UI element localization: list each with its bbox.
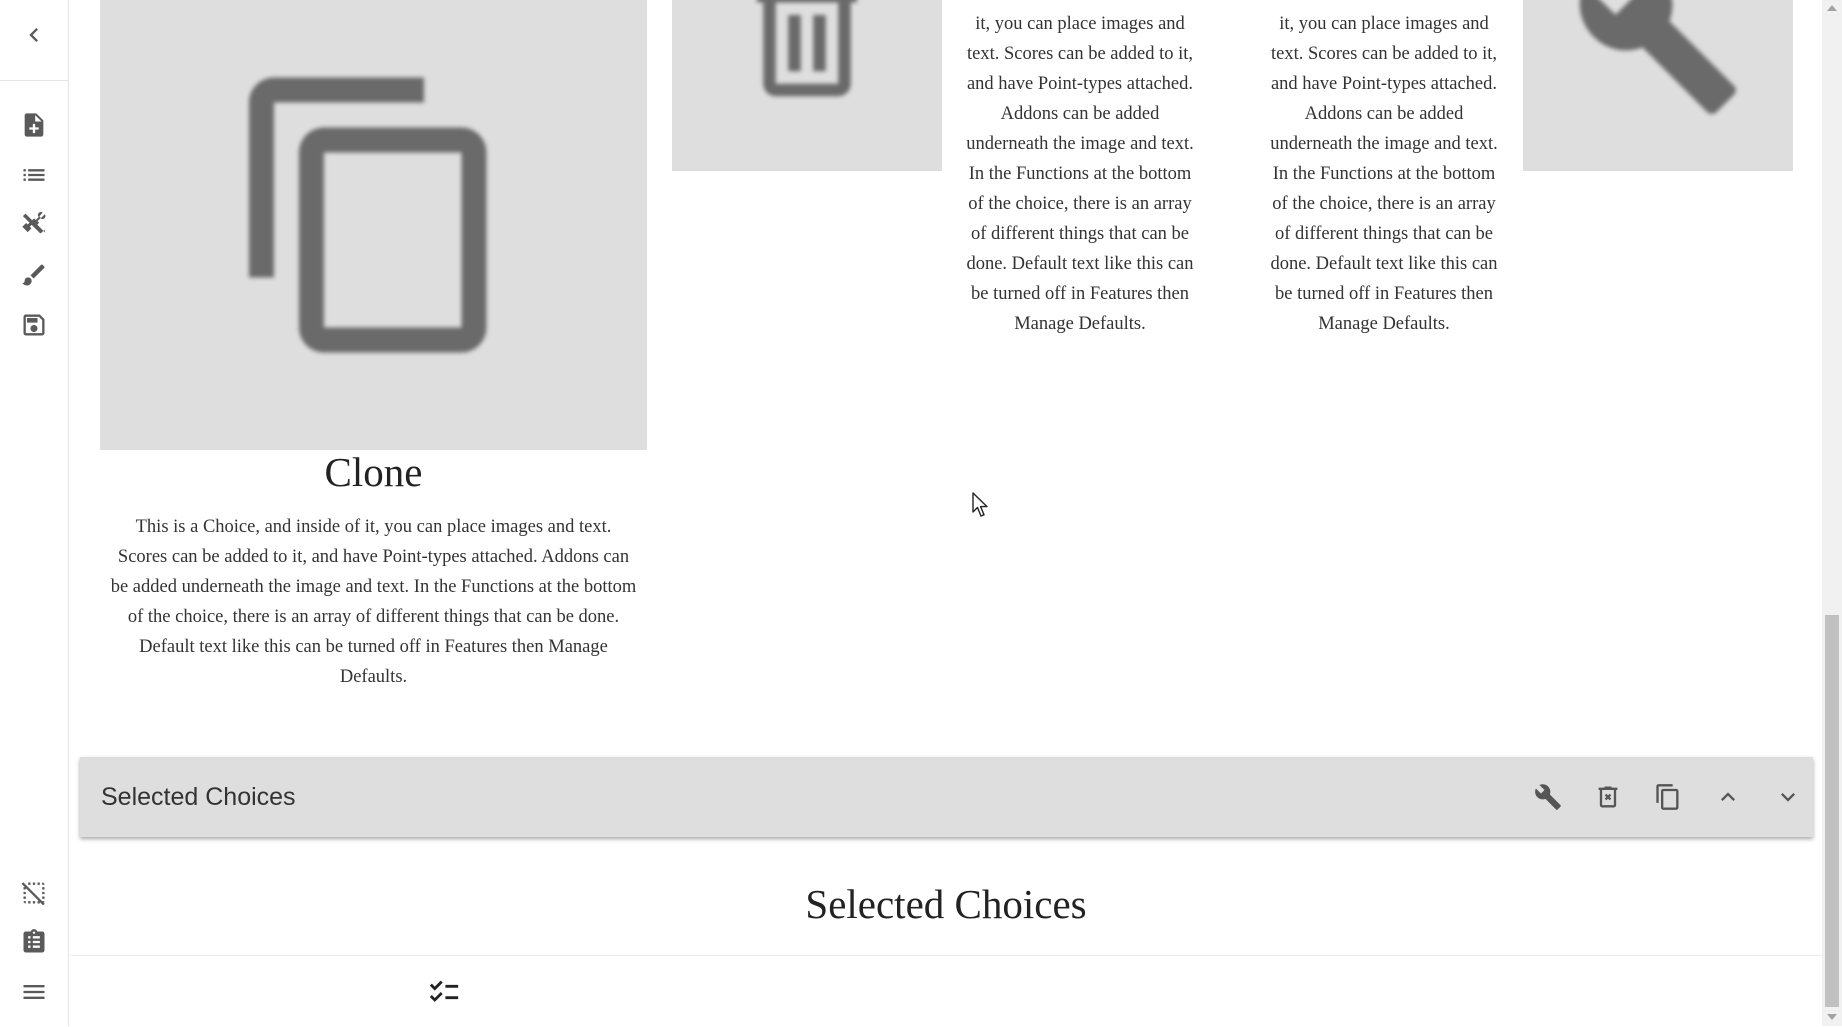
copy-icon [248,77,486,353]
row-bar-title: Selected Choices [101,783,296,811]
save-icon [23,314,45,336]
tools-icon [22,212,46,234]
row-title: Selected Choices [805,881,1087,927]
choice-image[interactable] [1523,0,1793,171]
scroll-down-arrow[interactable] [1822,1009,1842,1026]
design-button[interactable] [14,255,54,295]
row-header-bar: Selected Choices [80,757,1813,837]
note-add-icon [24,113,44,137]
mouse-cursor-icon [972,492,988,517]
chevron-down-icon [1781,793,1795,802]
row-settings-button[interactable] [1528,777,1568,817]
features-button[interactable] [14,205,54,245]
copy-icon [1656,784,1679,810]
wrench-icon [1579,0,1736,114]
menu-icon [23,985,45,999]
choice-text: This is a Choice, and inside of it, you … [110,517,637,687]
move-row-up-button[interactable] [1708,777,1748,817]
chevron-left-icon [29,28,38,42]
chevron-up-icon [1721,792,1735,801]
main-menu-button[interactable] [14,972,54,1012]
choice-text: it, you can place images and text. Score… [1270,14,1498,334]
new-project-button[interactable] [14,105,54,145]
sidebar-divider [0,80,68,81]
scroll-thumb[interactable] [1825,615,1839,1007]
choice-text: it, you can place images and text. Score… [966,14,1194,334]
delete-row-button[interactable] [1588,777,1628,817]
format-list-icon [23,169,45,181]
deselect-button[interactable] [14,873,54,913]
checklist-icon [429,980,459,1002]
choice-title: Clone [324,449,423,495]
clipboard-list-icon [23,929,45,953]
main-content: Clone This is a Choice, and inside of it… [70,0,1822,1026]
save-button[interactable] [14,305,54,345]
delete-icon [1598,786,1618,808]
choice-image[interactable] [672,0,942,171]
rows-list-button[interactable] [14,155,54,195]
page-scrollbar[interactable] [1822,0,1842,1026]
brush-icon [22,264,45,286]
delete-icon [757,0,857,96]
deselect-icon [21,882,45,906]
clone-row-button[interactable] [1648,777,1688,817]
wrench-icon [1535,784,1561,810]
sidebar [0,0,69,1026]
collapse-sidebar-button[interactable] [14,15,54,55]
selected-choices-button[interactable] [424,972,464,1012]
view-choices-button[interactable] [14,922,54,962]
choice-image[interactable] [100,0,647,450]
move-row-down-button[interactable] [1768,777,1808,817]
bottom-bar [70,955,1822,1027]
scroll-up-arrow[interactable] [1822,0,1842,17]
